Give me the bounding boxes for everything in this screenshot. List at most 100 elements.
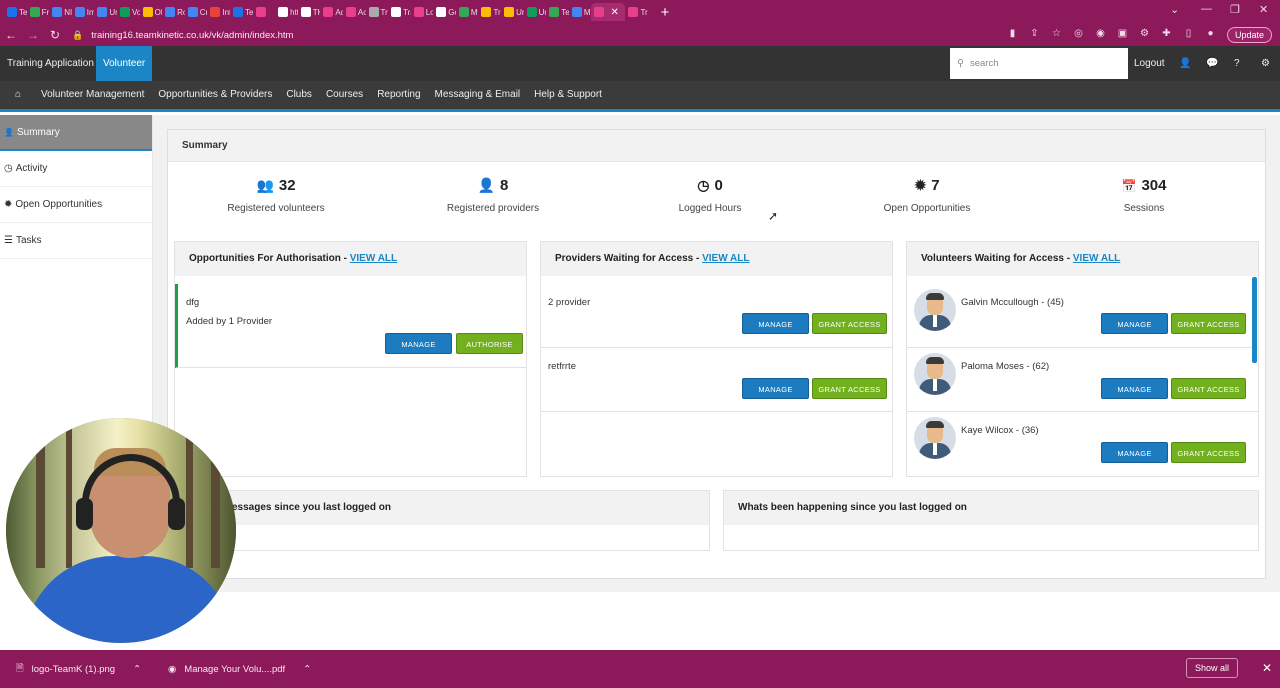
browser-tab[interactable]: Ro <box>162 3 185 21</box>
favicon-icon <box>571 7 582 17</box>
grant-access-button[interactable]: GRANT ACCESS <box>812 313 887 334</box>
browser-tab[interactable]: Lo <box>411 3 433 21</box>
chevron-up-icon[interactable]: ⌃ <box>133 664 141 675</box>
browser-tab[interactable]: NI <box>49 3 72 21</box>
menu-volunteer-management[interactable]: Volunteer Management <box>34 81 151 109</box>
volunteers-scrollbar[interactable] <box>1252 277 1257 363</box>
sidebar-item-open-opportunities[interactable]: ✹ Open Opportunities <box>0 187 152 223</box>
view-all-link[interactable]: VIEW ALL <box>1073 253 1120 264</box>
menu-opportunities-providers[interactable]: Opportunities & Providers <box>151 81 279 109</box>
view-all-link[interactable]: VIEW ALL <box>702 253 749 264</box>
browser-tab[interactable]: Vo <box>117 3 140 21</box>
share-icon[interactable]: ⇪ <box>1029 28 1040 39</box>
authorise-button[interactable]: AUTHORISE <box>456 333 523 354</box>
browser-tab[interactable]: Cri <box>185 3 207 21</box>
help-icon[interactable]: ? <box>1234 46 1240 81</box>
window-restore-icon[interactable]: ❐ <box>1230 3 1240 16</box>
menu-help-support[interactable]: Help & Support <box>527 81 609 109</box>
grant-access-button[interactable]: GRANT ACCESS <box>812 378 887 399</box>
minimize-icon[interactable]: ⌄ <box>1170 3 1179 16</box>
app-volunteer-button[interactable]: Volunteer <box>96 46 153 81</box>
logout-link[interactable]: Logout <box>1134 46 1165 81</box>
menu-reporting[interactable]: Reporting <box>370 81 427 109</box>
search-box[interactable]: ⚲ search <box>950 48 1128 79</box>
new-tab-button[interactable]: + <box>656 4 674 21</box>
browser-tab[interactable]: Im <box>72 3 94 21</box>
home-icon[interactable]: ⌂ <box>8 81 28 109</box>
menu-messaging-email[interactable]: Messaging & Email <box>428 81 528 109</box>
browser-tab[interactable]: Te <box>546 3 569 21</box>
sidebar-item-summary[interactable]: 👤 Summary <box>0 115 152 151</box>
manage-button[interactable]: MANAGE <box>1101 442 1168 463</box>
extension-icon[interactable]: ▣ <box>1117 28 1128 39</box>
browser-tab[interactable]: Ac <box>320 3 343 21</box>
browser-tab[interactable]: Te <box>230 3 253 21</box>
star-icon[interactable]: ☆ <box>1051 28 1062 39</box>
grant-access-button[interactable]: GRANT ACCESS <box>1171 313 1246 334</box>
browser-tab[interactable]: TK <box>298 3 320 21</box>
menu-clubs[interactable]: Clubs <box>279 81 319 109</box>
browser-tab[interactable]: Mi <box>569 3 591 21</box>
extension-icon[interactable]: ⚙ <box>1139 28 1150 39</box>
search-input[interactable]: search <box>970 58 999 69</box>
browser-tab[interactable]: Fre <box>27 3 49 21</box>
show-all-button[interactable]: Show all <box>1185 658 1238 678</box>
sidebar-item-activity[interactable]: ◷ Activity <box>0 151 152 187</box>
manage-button[interactable]: MANAGE <box>1101 378 1168 399</box>
settings-gear-icon[interactable]: ⚙ <box>1261 46 1270 81</box>
extension-icon[interactable]: ◉ <box>1095 28 1106 39</box>
main-menu: ⌂ Volunteer Management Opportunities & P… <box>0 81 1280 112</box>
browser-tab[interactable]: Tra <box>388 3 411 21</box>
sidebar-item-tasks[interactable]: ☰ Tasks <box>0 223 152 259</box>
browser-tab[interactable]: Go <box>433 3 456 21</box>
url-field[interactable]: training16.teamkinetic.co.uk/vk/admin/in… <box>91 30 293 41</box>
tab-title: Te <box>19 7 27 17</box>
browser-tab[interactable]: Tra <box>366 3 388 21</box>
manage-button[interactable]: MANAGE <box>742 378 809 399</box>
browser-tab[interactable]: ✕ <box>591 3 626 21</box>
user-icon[interactable]: 👤 <box>1179 46 1191 81</box>
sidebar-icon[interactable]: ▯ <box>1183 28 1194 39</box>
tab-title: Go <box>448 7 456 17</box>
browser-tab[interactable]: Ac <box>343 3 366 21</box>
view-all-link[interactable]: VIEW ALL <box>350 253 397 264</box>
browser-tab[interactable]: Tra <box>478 3 501 21</box>
favicon-icon <box>300 7 311 17</box>
menu-courses[interactable]: Courses <box>319 81 370 109</box>
browser-tab[interactable] <box>253 3 276 21</box>
chat-icon[interactable]: 💬 <box>1206 46 1218 81</box>
download-item[interactable]: ◉ Manage Your Volu....pdf ⌃ <box>168 650 311 688</box>
manage-button[interactable]: MANAGE <box>742 313 809 334</box>
browser-tab[interactable]: Int <box>207 3 230 21</box>
camera-icon[interactable]: ▮ <box>1007 28 1018 39</box>
back-icon[interactable]: ← <box>0 28 22 42</box>
window-close-icon[interactable]: ✕ <box>1259 3 1268 16</box>
browser-tab[interactable]: htt <box>275 3 298 21</box>
forward-icon[interactable]: → <box>22 28 44 42</box>
clock-icon: ◷ <box>697 177 710 193</box>
close-icon[interactable]: ✕ <box>1262 661 1272 675</box>
browser-tab[interactable]: OL <box>140 3 162 21</box>
browser-tab[interactable]: Tra <box>625 3 648 21</box>
tab-close-icon[interactable]: ✕ <box>610 7 618 18</box>
favicon-icon <box>436 7 447 17</box>
chevron-up-icon[interactable]: ⌃ <box>303 664 311 675</box>
download-item[interactable]: 🗎 logo-TeamK (1).png ⌃ <box>16 650 141 688</box>
update-button[interactable]: Update <box>1226 27 1272 43</box>
window-minimize-icon[interactable]: — <box>1201 3 1212 15</box>
grant-access-button[interactable]: GRANT ACCESS <box>1171 378 1246 399</box>
browser-tab[interactable]: Te <box>4 3 27 21</box>
browser-tab[interactable]: Un <box>94 3 117 21</box>
puzzle-icon[interactable]: ✚ <box>1161 28 1172 39</box>
manage-button[interactable]: MANAGE <box>1101 313 1168 334</box>
grant-access-button[interactable]: GRANT ACCESS <box>1171 442 1246 463</box>
browser-tab[interactable]: Ur <box>524 3 546 21</box>
reload-icon[interactable]: ↻ <box>44 28 66 42</box>
profile-avatar-icon[interactable]: ● <box>1205 28 1216 39</box>
browser-tab[interactable]: Un <box>501 3 524 21</box>
browser-tab[interactable]: My <box>456 3 478 21</box>
manage-button[interactable]: MANAGE <box>385 333 452 354</box>
avatar <box>914 289 956 331</box>
extension-icon[interactable]: ◎ <box>1073 28 1084 39</box>
app-training-button[interactable]: Training Application <box>0 46 101 81</box>
